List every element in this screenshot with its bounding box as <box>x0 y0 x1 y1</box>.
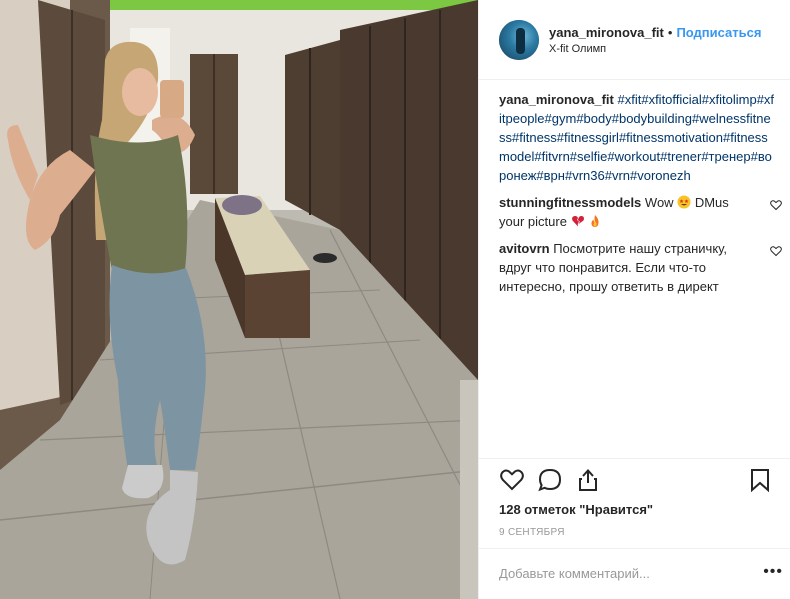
fire-emoji-icon <box>591 215 599 227</box>
caption: yana_mironova_fit #xfit#xfitofficial#xfi… <box>499 90 776 185</box>
post-photo[interactable] <box>0 0 478 599</box>
username-link[interactable]: yana_mironova_fit <box>549 25 664 40</box>
comment-text-a: Wow <box>644 195 674 210</box>
add-comment-input[interactable]: Добавьте комментарий... <box>499 566 650 581</box>
comment-like-heart-icon[interactable] <box>770 245 782 257</box>
comments-section: yana_mironova_fit #xfit#xfitofficial#xfi… <box>479 80 790 296</box>
action-bar <box>479 458 790 499</box>
post-date[interactable]: 9 СЕНТЯБРЯ <box>499 527 565 538</box>
likes-count[interactable]: 128 отметок "Нравится" <box>499 502 653 517</box>
instagram-post: yana_mironova_fit • Подписаться X-fit Ол… <box>0 0 790 599</box>
caption-username[interactable]: yana_mironova_fit <box>499 92 614 107</box>
username-row: yana_mironova_fit • Подписаться <box>549 25 761 40</box>
bookmark-icon[interactable] <box>747 467 773 493</box>
comment-item: stunningfitnessmodels Wow DMus your pict… <box>499 193 782 231</box>
separator-dot: • <box>667 24 673 40</box>
broken-heart-emoji-icon <box>571 215 584 227</box>
comment-icon[interactable] <box>537 467 563 493</box>
header-text: yana_mironova_fit • Подписаться X-fit Ол… <box>549 25 761 55</box>
post-header: yana_mironova_fit • Подписаться X-fit Ол… <box>479 0 790 80</box>
comment-item: avitovrn Посмотрите нашу страничку, вдру… <box>499 239 782 296</box>
share-icon[interactable] <box>575 467 601 493</box>
follow-button[interactable]: Подписаться <box>676 25 761 40</box>
comment-username[interactable]: stunningfitnessmodels <box>499 195 641 210</box>
comment-username[interactable]: avitovrn <box>499 241 550 256</box>
comment-like-heart-icon[interactable] <box>770 199 782 211</box>
location-link[interactable]: X-fit Олимп <box>549 43 761 55</box>
star-struck-emoji-icon <box>677 195 691 209</box>
avatar[interactable] <box>499 19 539 60</box>
post-side-panel: yana_mironova_fit • Подписаться X-fit Ол… <box>478 0 790 599</box>
add-comment-bar: Добавьте комментарий... ••• <box>479 548 790 599</box>
avatar-figure <box>516 27 525 54</box>
heart-icon[interactable] <box>499 467 525 493</box>
more-icon[interactable]: ••• <box>763 563 783 581</box>
